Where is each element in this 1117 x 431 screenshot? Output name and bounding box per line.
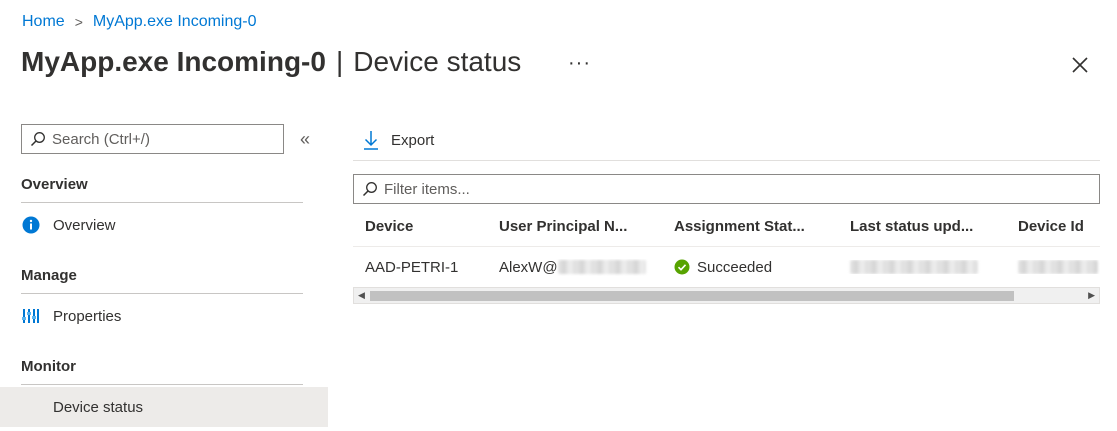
cell-user-text: AlexW@	[499, 258, 558, 276]
cell-user: AlexW@	[487, 259, 662, 276]
redacted-block	[1018, 260, 1098, 274]
page-header: MyApp.exe Incoming-0 | Device status	[21, 46, 521, 78]
filter-search-icon	[362, 182, 377, 197]
cell-device-id	[1006, 260, 1100, 274]
sidebar-item-label: Device status	[53, 398, 144, 416]
more-options-icon[interactable]: ···	[568, 52, 591, 75]
column-header-user-principal-name[interactable]: User Principal N...	[487, 218, 662, 235]
page-subtitle: Device status	[353, 46, 522, 77]
scroll-right-icon[interactable]: ▶	[1088, 290, 1095, 301]
section-header-monitor: Monitor	[21, 358, 303, 385]
export-button[interactable]: Export	[363, 130, 434, 150]
scrollbar-thumb[interactable]	[370, 291, 1014, 301]
page-title: MyApp.exe Incoming-0	[21, 46, 326, 77]
horizontal-scrollbar[interactable]: ◀ ▶	[353, 287, 1100, 304]
success-check-icon	[674, 259, 690, 275]
sidebar-item-label: Properties	[53, 307, 122, 325]
cell-status-text: Succeeded	[697, 258, 773, 276]
section-header-manage: Manage	[21, 267, 303, 294]
download-icon	[364, 131, 378, 150]
properties-icon	[22, 307, 40, 325]
sidebar-item-overview[interactable]: Overview	[0, 205, 328, 245]
section-header-overview: Overview	[21, 176, 303, 203]
breadcrumb-current[interactable]: MyApp.exe Incoming-0	[93, 13, 257, 31]
cell-device: AAD-PETRI-1	[365, 258, 459, 276]
column-header-last-status-update[interactable]: Last status upd...	[838, 218, 1006, 235]
column-header-assignment-status[interactable]: Assignment Stat...	[662, 218, 838, 235]
sidebar-item-device-status[interactable]: Device status	[0, 387, 328, 427]
command-bar: Export	[353, 120, 1100, 161]
close-icon[interactable]	[1070, 55, 1090, 75]
breadcrumb-home[interactable]: Home	[22, 13, 65, 31]
breadcrumb-separator-icon: >	[74, 14, 83, 30]
grid-header: Device User Principal N... Assignment St…	[353, 207, 1100, 247]
info-icon	[22, 216, 40, 234]
search-input[interactable]	[52, 130, 272, 148]
cell-last-status-update	[838, 260, 1006, 274]
column-header-device-id[interactable]: Device Id	[1006, 218, 1100, 235]
filter-input[interactable]	[384, 180, 1084, 198]
redacted-block	[557, 260, 646, 274]
device-status-grid: Device User Principal N... Assignment St…	[353, 207, 1100, 287]
redacted-block	[850, 260, 978, 274]
table-row[interactable]: AAD-PETRI-1 AlexW@ Succeeded	[353, 247, 1100, 287]
scroll-left-icon[interactable]: ◀	[358, 290, 365, 301]
title-separator: |	[335, 46, 344, 77]
cell-status: Succeeded	[662, 259, 838, 276]
sidebar-search[interactable]	[21, 124, 284, 154]
search-icon	[30, 132, 45, 147]
column-header-device[interactable]: Device	[353, 218, 487, 235]
breadcrumb: Home > MyApp.exe Incoming-0	[22, 13, 257, 31]
sidebar-item-label: Overview	[53, 216, 116, 234]
filter-box[interactable]	[353, 174, 1100, 204]
sidebar-item-properties[interactable]: Properties	[0, 296, 328, 336]
collapse-sidebar-icon[interactable]: «	[300, 129, 310, 150]
export-label: Export	[391, 131, 435, 149]
